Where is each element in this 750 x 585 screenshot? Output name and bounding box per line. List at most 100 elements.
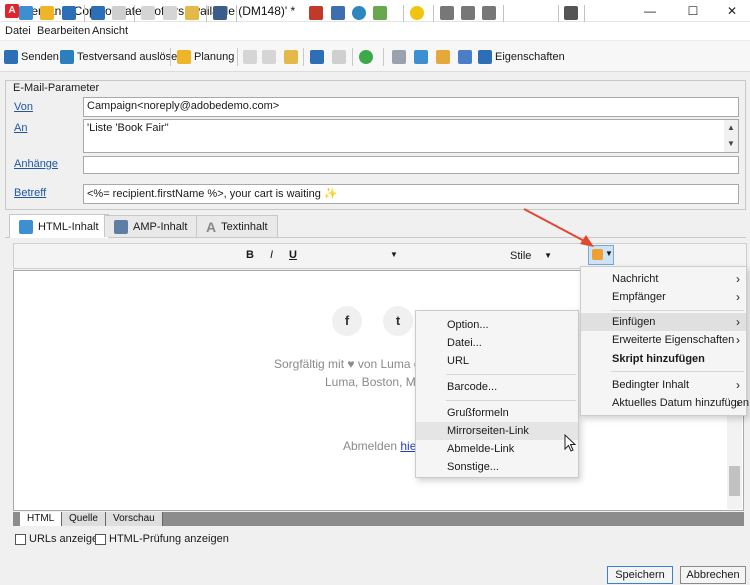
align-center-icon[interactable] xyxy=(461,6,475,20)
editor-cut-icon[interactable] xyxy=(163,6,177,20)
subject-label[interactable]: Betreff xyxy=(14,187,46,199)
underline-button[interactable]: U xyxy=(289,249,297,261)
italic-button[interactable]: I xyxy=(270,249,273,261)
html-check-checkbox[interactable]: HTML-Prüfung anzeigen xyxy=(95,533,229,545)
menu-ansicht[interactable]: Ansicht xyxy=(92,25,128,37)
open-folder-icon[interactable] xyxy=(40,6,54,20)
image-dropdown-arrow-icon[interactable]: ▼ xyxy=(390,250,398,259)
tracking-icon[interactable] xyxy=(436,50,450,64)
cut-icon[interactable] xyxy=(262,50,276,64)
envelope-icon xyxy=(4,50,18,64)
menu-option[interactable]: Option... xyxy=(447,316,489,334)
to-field-scrollbar[interactable]: ▲ ▼ xyxy=(724,120,738,152)
menu-mirror-page-link[interactable]: Mirrorseiten-Link xyxy=(447,422,529,440)
menu-insert[interactable]: Einfügen › xyxy=(612,313,746,331)
editor-toolbar-divider xyxy=(206,5,207,22)
refresh-icon[interactable] xyxy=(359,50,373,64)
find-binoculars-icon[interactable] xyxy=(213,6,227,20)
tab-amp-content[interactable]: AMP-Inhalt xyxy=(104,215,198,237)
menu-barcode[interactable]: Barcode... xyxy=(447,378,497,396)
footer-line-1: Sorgfältig mit ♥ von Luma g xyxy=(274,357,421,371)
menu-conditional-content[interactable]: Bedingter Inhalt › xyxy=(612,376,746,394)
main-toolbar: Senden Testversand auslösen Planung Eige… xyxy=(0,40,750,72)
emoji-icon[interactable] xyxy=(410,6,424,20)
submenu-arrow-icon: › xyxy=(736,290,740,304)
menu-add-script[interactable]: Skript hinzufügen xyxy=(612,350,746,368)
paste-icon[interactable] xyxy=(284,50,298,64)
attachments-field[interactable] xyxy=(83,156,739,174)
tab-html-content[interactable]: HTML-Inhalt xyxy=(9,214,109,238)
menu-file[interactable]: Datei... xyxy=(447,334,482,352)
link-icon[interactable] xyxy=(414,50,428,64)
menu-bearbeiten[interactable]: Bearbeiten xyxy=(37,25,90,37)
properties-button[interactable]: Eigenschaften xyxy=(478,49,565,65)
editor-undo-icon[interactable] xyxy=(91,6,105,20)
close-button[interactable]: ✕ xyxy=(712,0,750,22)
facebook-icon[interactable]: f xyxy=(332,306,362,336)
insert-image-icon[interactable] xyxy=(373,6,387,20)
attachments-label[interactable]: Anhänge xyxy=(14,158,58,170)
align-left-icon[interactable] xyxy=(440,6,454,20)
insert-link-icon[interactable] xyxy=(352,6,366,20)
cancel-button[interactable]: Abbrechen xyxy=(680,566,746,584)
menu-greetings[interactable]: Grußformeln xyxy=(447,404,509,422)
copy-icon[interactable] xyxy=(243,50,257,64)
amp-content-icon xyxy=(114,219,128,234)
spellcheck-icon[interactable] xyxy=(564,6,578,20)
editor-paste-icon[interactable] xyxy=(185,6,199,20)
to-label[interactable]: An xyxy=(14,122,27,134)
menu-recipient[interactable]: Empfänger › xyxy=(612,288,746,306)
menu-other[interactable]: Sonstige... xyxy=(447,458,499,476)
tab-amp-content-label: AMP-Inhalt xyxy=(133,220,188,233)
clear-format-icon[interactable] xyxy=(309,6,323,20)
menu-add-current-date[interactable]: Aktuelles Datum hinzufügen › xyxy=(612,394,749,412)
align-right-icon[interactable] xyxy=(482,6,496,20)
send-button[interactable]: Senden xyxy=(4,49,59,65)
menu-message-label: Nachricht xyxy=(612,273,659,285)
scrollbar-thumb[interactable] xyxy=(729,466,740,496)
new-document-icon[interactable] xyxy=(19,6,33,20)
tab-source[interactable]: Quelle xyxy=(62,512,106,526)
tab-html[interactable]: HTML xyxy=(20,512,63,526)
subject-field[interactable]: <%= recipient.firstName %>, your cart is… xyxy=(83,184,739,204)
to-field[interactable]: 'Liste 'Book Fair'' xyxy=(83,119,739,153)
tab-text-content-label: Textinhalt xyxy=(221,220,268,233)
test-send-button[interactable]: Testversand auslösen xyxy=(60,49,183,65)
tab-text-content[interactable]: A Textinhalt xyxy=(196,215,278,237)
undo-icon[interactable] xyxy=(310,50,324,64)
annotation-arrow xyxy=(523,208,594,247)
toolbar-divider xyxy=(170,48,171,66)
minimize-button[interactable]: — xyxy=(630,0,670,22)
menu-advanced-properties[interactable]: Erweiterte Eigenschaften › xyxy=(612,331,746,349)
menu-datei[interactable]: Datei xyxy=(5,25,31,37)
submenu-arrow-icon: › xyxy=(736,333,740,347)
menu-bar: Datei Bearbeiten Ansicht xyxy=(0,22,750,40)
maximize-button[interactable]: ☐ xyxy=(673,0,713,22)
bold-button[interactable]: B xyxy=(246,249,254,261)
html-check-box[interactable] xyxy=(95,533,106,545)
menu-separator xyxy=(611,310,744,311)
bullet-list-icon[interactable] xyxy=(331,6,345,20)
from-field[interactable]: Campaign<noreply@adobedemo.com> xyxy=(83,97,739,117)
menu-message[interactable]: Nachricht › xyxy=(612,270,746,288)
twitter-icon[interactable]: t xyxy=(383,306,413,336)
menu-url[interactable]: URL xyxy=(447,352,469,370)
submenu-arrow-icon: › xyxy=(736,396,740,410)
menu-advanced-properties-label: Erweiterte Eigenschaften xyxy=(612,334,735,346)
save-button[interactable]: Speichern xyxy=(607,566,673,584)
tab-preview[interactable]: Vorschau xyxy=(106,512,163,526)
menu-unsubscribe-link[interactable]: Abmelde-Link xyxy=(447,440,514,458)
toolbar-divider xyxy=(383,48,384,66)
planning-label: Planung xyxy=(194,51,235,63)
editor-redo-icon[interactable] xyxy=(112,6,126,20)
from-label[interactable]: Von xyxy=(14,101,33,113)
audience-icon[interactable] xyxy=(458,50,472,64)
attachment-icon[interactable] xyxy=(392,50,406,64)
show-urls-checkbox[interactable]: URLs anzeigen xyxy=(15,533,104,545)
save-icon[interactable] xyxy=(62,6,76,20)
editor-copy-icon[interactable] xyxy=(141,6,155,20)
show-urls-box[interactable] xyxy=(15,533,26,545)
menu-separator xyxy=(446,374,576,375)
redo-icon[interactable] xyxy=(332,50,346,64)
planning-button[interactable]: Planung xyxy=(177,49,234,65)
